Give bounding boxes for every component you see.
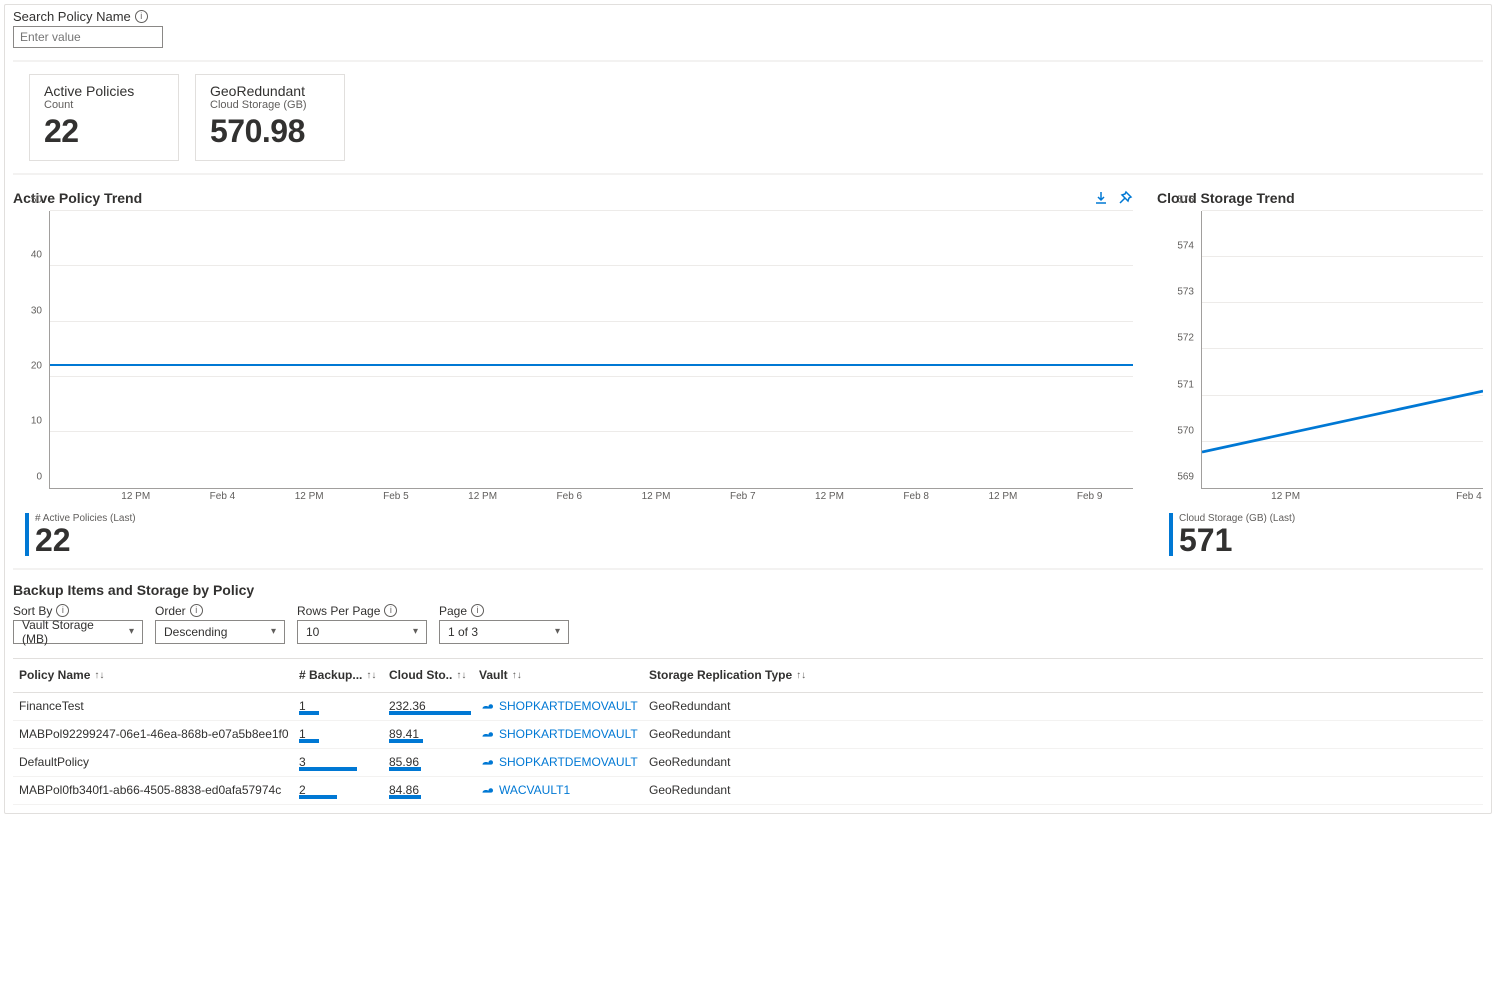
- card-subtitle: Count: [44, 99, 164, 111]
- chevron-down-icon: ▾: [413, 626, 418, 637]
- card-value: 570.98: [210, 113, 330, 150]
- divider: [13, 173, 1483, 175]
- col-replication[interactable]: Storage Replication Type↑↓: [649, 668, 829, 682]
- cell-policy-name: MABPol0fb340f1-ab66-4505-8838-ed0afa5797…: [19, 783, 299, 797]
- col-backup[interactable]: # Backup...↑↓: [299, 668, 389, 682]
- cell-vault-link[interactable]: SHOPKARTDEMOVAULT: [479, 755, 649, 769]
- card-title: GeoRedundant: [210, 83, 330, 99]
- dashboard-panel: Search Policy Name i Active Policies Cou…: [4, 4, 1492, 814]
- table-row[interactable]: DefaultPolicy385.96SHOPKARTDEMOVAULTGeoR…: [13, 749, 1483, 777]
- download-icon[interactable]: [1093, 190, 1109, 206]
- cell-policy-name: MABPol92299247-06e1-46ea-868b-e07a5b8ee1…: [19, 727, 299, 741]
- info-icon[interactable]: i: [135, 10, 148, 23]
- cell-storage: 85.96: [389, 755, 479, 769]
- kpi-cards: Active Policies Count 22 GeoRedundant Cl…: [13, 74, 1483, 161]
- x-axis: 12 PM Feb 4 12 PM Feb 5 12 PM Feb 6 12 P…: [49, 489, 1133, 507]
- col-policy-name[interactable]: Policy Name↑↓: [19, 668, 299, 682]
- sort-icon: ↑↓: [94, 670, 104, 681]
- chart-last-value: # Active Policies (Last) 22: [25, 513, 1133, 556]
- table-row[interactable]: FinanceTest1232.36SHOPKARTDEMOVAULTGeoRe…: [13, 693, 1483, 721]
- card-subtitle: Cloud Storage (GB): [210, 99, 330, 111]
- table-header-row: Policy Name↑↓ # Backup...↑↓ Cloud Sto..↑…: [13, 659, 1483, 693]
- cell-replication: GeoRedundant: [649, 755, 829, 769]
- section-title: Backup Items and Storage by Policy: [13, 582, 1483, 598]
- col-vault[interactable]: Vault↑↓: [479, 668, 649, 682]
- cell-vault-link[interactable]: SHOPKARTDEMOVAULT: [479, 727, 649, 741]
- table-section: Backup Items and Storage by Policy Sort …: [13, 582, 1483, 805]
- sort-icon: ↑↓: [366, 670, 376, 681]
- chart-plot-area[interactable]: 569 570 571 572 573 574 575: [1201, 211, 1483, 489]
- divider: [13, 568, 1483, 570]
- cell-storage: 232.36: [389, 699, 479, 713]
- cell-backup: 2: [299, 783, 389, 797]
- card-active-policies[interactable]: Active Policies Count 22: [29, 74, 179, 161]
- cell-replication: GeoRedundant: [649, 727, 829, 741]
- cell-vault-link[interactable]: SHOPKARTDEMOVAULT: [479, 699, 649, 713]
- y-axis: 569 570 571 572 573 574 575: [1158, 211, 1198, 488]
- search-label-text: Search Policy Name: [13, 9, 131, 24]
- pin-icon[interactable]: [1117, 190, 1133, 206]
- chart-active-policy-trend: Active Policy Trend 0 10 20 30 40 50: [13, 187, 1133, 556]
- card-title: Active Policies: [44, 83, 164, 99]
- info-icon[interactable]: i: [190, 604, 203, 617]
- sort-by-select[interactable]: Vault Storage (MB)▾: [13, 620, 143, 644]
- table-controls: Sort Byi Vault Storage (MB)▾ Orderi Desc…: [13, 604, 1483, 644]
- info-icon[interactable]: i: [384, 604, 397, 617]
- chart-last-value: Cloud Storage (GB) (Last) 571: [1169, 513, 1483, 556]
- col-storage[interactable]: Cloud Sto..↑↓: [389, 668, 479, 682]
- chevron-down-icon: ▾: [129, 626, 134, 637]
- table-row[interactable]: MABPol0fb340f1-ab66-4505-8838-ed0afa5797…: [13, 777, 1483, 805]
- cell-storage: 84.86: [389, 783, 479, 797]
- cell-policy-name: DefaultPolicy: [19, 755, 299, 769]
- divider: [13, 60, 1483, 62]
- cell-policy-name: FinanceTest: [19, 699, 299, 713]
- cell-backup: 1: [299, 727, 389, 741]
- chevron-down-icon: ▾: [271, 626, 276, 637]
- sort-icon: ↑↓: [796, 670, 806, 681]
- cell-replication: GeoRedundant: [649, 699, 829, 713]
- info-icon[interactable]: i: [471, 604, 484, 617]
- table-row[interactable]: MABPol92299247-06e1-46ea-868b-e07a5b8ee1…: [13, 721, 1483, 749]
- card-geo-redundant[interactable]: GeoRedundant Cloud Storage (GB) 570.98: [195, 74, 345, 161]
- chart-cloud-storage-trend: Cloud Storage Trend 569 570 571 572 573 …: [1157, 187, 1483, 556]
- cell-backup: 1: [299, 699, 389, 713]
- card-value: 22: [44, 113, 164, 150]
- rows-per-page-select[interactable]: 10▾: [297, 620, 427, 644]
- order-select[interactable]: Descending▾: [155, 620, 285, 644]
- cell-vault-link[interactable]: WACVAULT1: [479, 783, 649, 797]
- x-axis: 12 PM Feb 4: [1201, 489, 1483, 507]
- sort-icon: ↑↓: [456, 670, 466, 681]
- cell-storage: 89.41: [389, 727, 479, 741]
- chevron-down-icon: ▾: [555, 626, 560, 637]
- policy-table: Policy Name↑↓ # Backup...↑↓ Cloud Sto..↑…: [13, 658, 1483, 805]
- chart-plot-area[interactable]: 0 10 20 30 40 50: [49, 211, 1133, 489]
- cell-backup: 3: [299, 755, 389, 769]
- cell-replication: GeoRedundant: [649, 783, 829, 797]
- search-policy-input[interactable]: [13, 26, 163, 48]
- charts-row: Active Policy Trend 0 10 20 30 40 50: [13, 187, 1483, 556]
- y-axis: 0 10 20 30 40 50: [14, 211, 46, 488]
- search-label: Search Policy Name i: [13, 9, 1483, 24]
- page-select[interactable]: 1 of 3▾: [439, 620, 569, 644]
- sort-icon: ↑↓: [512, 670, 522, 681]
- info-icon[interactable]: i: [56, 604, 69, 617]
